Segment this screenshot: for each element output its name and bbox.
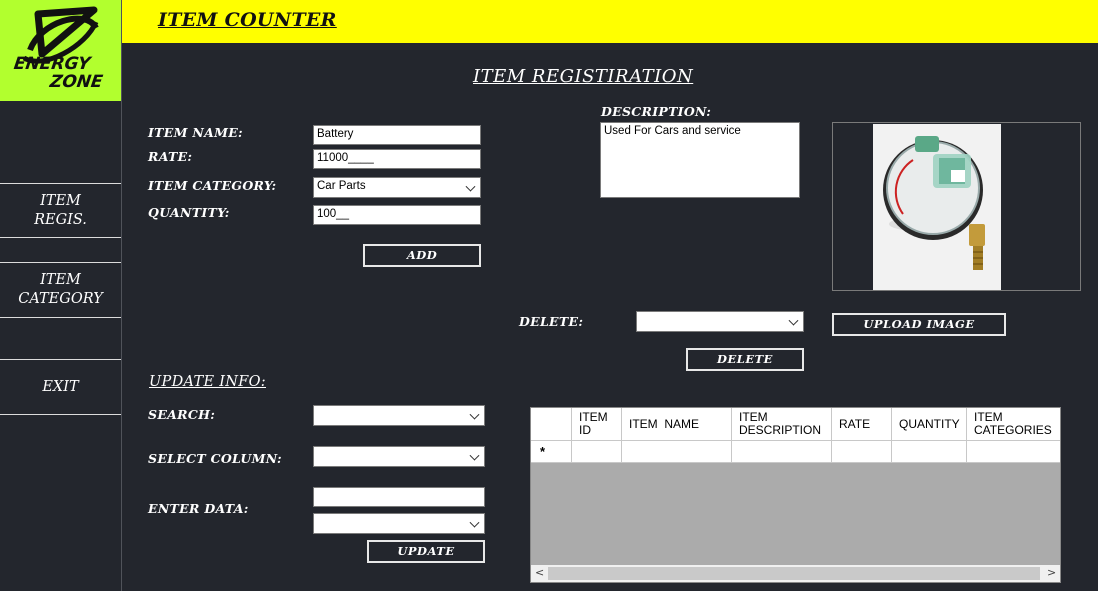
search-label: SEARCH: <box>148 407 216 422</box>
grid-row-header-corner <box>531 408 572 441</box>
select-column-select[interactable] <box>313 446 485 467</box>
column-header-text: ID <box>579 423 591 437</box>
chevron-down-icon <box>469 409 480 420</box>
column-header-item-categories[interactable]: ITEM CATEGORIES <box>967 408 1060 441</box>
sidebar-item-label: CATEGORY <box>18 291 103 307</box>
item-category-label: ITEM CATEGORY: <box>148 178 277 193</box>
chevron-down-icon <box>469 450 480 461</box>
item-category-value: Car Parts <box>317 180 366 192</box>
search-select[interactable] <box>313 405 485 426</box>
logo-text-zone: ZONE <box>48 72 105 92</box>
sidebar-item-item-regis[interactable]: ITEM REGIS. <box>0 183 121 238</box>
upload-image-button[interactable]: UPLOAD IMAGE <box>832 313 1006 336</box>
sidebar-item-item-category[interactable]: ITEM CATEGORY <box>0 262 121 318</box>
enter-data-label: ENTER DATA: <box>148 501 249 516</box>
sidebar-item-label: ITEM <box>40 192 81 209</box>
item-image <box>873 124 1001 290</box>
logo: ENERGY ZONE <box>0 0 121 101</box>
enter-data-input[interactable] <box>313 487 485 507</box>
column-header-text: QUANTITY <box>899 417 960 431</box>
quantity-input[interactable]: 100__ <box>313 205 481 225</box>
rate-input[interactable]: 11000____ <box>313 149 481 169</box>
new-row-cell[interactable] <box>892 441 967 463</box>
new-row-cell[interactable] <box>732 441 832 463</box>
chevron-down-icon <box>788 315 799 326</box>
column-header-item-description[interactable]: ITEM DESCRIPTION <box>732 408 832 441</box>
rate-label: RATE: <box>148 149 193 164</box>
enter-data-select[interactable] <box>313 513 485 534</box>
update-button[interactable]: UPDATE <box>367 540 485 563</box>
new-row-marker: * <box>540 444 546 459</box>
column-header-text: DESCRIPTION <box>739 423 822 437</box>
sidebar-item-label: REGIS. <box>34 211 87 228</box>
sidebar-item-label: ITEM <box>40 272 81 288</box>
chevron-down-icon <box>465 181 476 192</box>
app-title: ITEM COUNTER <box>158 9 337 31</box>
horizontal-scrollbar[interactable]: < > <box>531 565 1060 582</box>
pressure-gauge-icon <box>883 136 985 270</box>
description-textarea[interactable]: Used For Cars and service <box>600 122 800 198</box>
quantity-label: QUANTITY: <box>148 205 230 220</box>
column-header-item-name[interactable]: ITEM NAME <box>622 408 732 441</box>
sidebar-item-exit[interactable]: EXIT <box>0 359 121 415</box>
sidebar-item-label: EXIT <box>42 378 79 395</box>
new-row-cell[interactable] <box>967 441 1060 463</box>
items-data-grid[interactable]: ITEM ID ITEM NAME ITEM DESCRIPTION RATE … <box>530 407 1061 583</box>
new-row-cell[interactable] <box>572 441 622 463</box>
item-category-select[interactable]: Car Parts <box>313 177 481 198</box>
item-image-frame <box>832 122 1081 291</box>
item-name-label: ITEM NAME: <box>148 125 243 140</box>
delete-select[interactable] <box>636 311 804 332</box>
scrollbar-thumb[interactable] <box>548 567 1040 580</box>
scroll-left-arrow-icon[interactable]: < <box>535 566 544 579</box>
registration-heading: ITEM REGISTIRATION <box>473 66 694 87</box>
new-row-cell[interactable] <box>622 441 732 463</box>
chevron-down-icon <box>469 517 480 528</box>
column-header-rate[interactable]: RATE <box>832 408 892 441</box>
sidebar-divider <box>121 0 122 591</box>
logo-text-energy: ENERGY <box>12 54 92 74</box>
description-label: DESCRIPTION: <box>601 104 712 119</box>
add-button[interactable]: ADD <box>363 244 481 267</box>
column-header-text: ITEM NAME <box>629 417 700 431</box>
column-header-text: CATEGORIES <box>974 423 1052 437</box>
update-info-heading: UPDATE INFO: <box>149 374 266 390</box>
new-row-header[interactable]: * <box>531 441 572 463</box>
delete-button[interactable]: DELETE <box>686 348 804 371</box>
column-header-item-id[interactable]: ITEM ID <box>572 408 622 441</box>
column-header-quantity[interactable]: QUANTITY <box>892 408 967 441</box>
column-header-text: RATE <box>839 417 871 431</box>
select-column-label: SELECT COLUMN: <box>148 451 282 466</box>
delete-label: DELETE: <box>519 314 584 329</box>
item-name-input[interactable]: Battery <box>313 125 481 145</box>
scroll-right-arrow-icon[interactable]: > <box>1047 566 1056 579</box>
new-row-cell[interactable] <box>832 441 892 463</box>
